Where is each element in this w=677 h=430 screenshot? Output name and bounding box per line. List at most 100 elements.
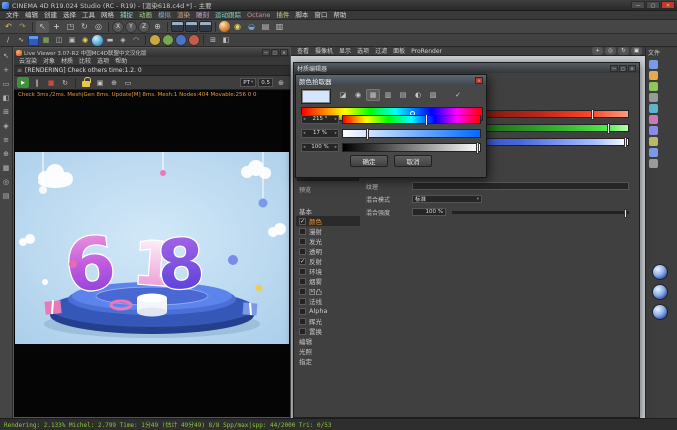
zoom-view-icon[interactable]: ◎: [605, 47, 616, 55]
lv-resolution-field[interactable]: 0.5: [258, 78, 273, 87]
lv-pause-button[interactable]: ‖: [31, 77, 43, 88]
coordinate-system-icon[interactable]: ⊕: [151, 21, 164, 33]
lv-close-button[interactable]: ✕: [280, 49, 288, 56]
floor-object-icon[interactable]: ▬: [104, 35, 116, 46]
object-icon[interactable]: [649, 137, 658, 146]
live-selection-icon[interactable]: ↖: [36, 21, 49, 33]
select-palette-icon[interactable]: ↖: [1, 50, 12, 61]
menu-create[interactable]: 创建: [41, 11, 60, 20]
channel-editor[interactable]: 编辑: [296, 336, 360, 346]
channel-color-checkbox[interactable]: ✓: [299, 218, 306, 225]
channel-displacement[interactable]: 置换: [296, 326, 360, 336]
display-mode-icon[interactable]: ▤: [259, 21, 272, 33]
menu-animate[interactable]: 动画: [136, 11, 155, 20]
hue-slider-handle[interactable]: [425, 114, 428, 126]
vp-menu-display[interactable]: 显示: [336, 47, 354, 56]
pen-tool-icon[interactable]: ∕: [2, 35, 14, 46]
menu-simulate[interactable]: 模拟: [155, 11, 174, 20]
material-thumbnail[interactable]: [652, 284, 668, 300]
material-editor-titlebar[interactable]: 材质编辑器 — ▢ ✕: [294, 63, 639, 73]
add-cube-icon[interactable]: [28, 35, 39, 46]
value-slider-handle[interactable]: [476, 142, 479, 154]
lv-menu-help[interactable]: 帮助: [112, 57, 130, 66]
model-mode-icon[interactable]: ▭: [1, 78, 12, 89]
channel-environment[interactable]: 环境: [296, 266, 360, 276]
vp-menu-view[interactable]: 查看: [294, 47, 312, 56]
material-thumbnail[interactable]: [652, 264, 668, 280]
picker-close-button[interactable]: ✕: [475, 77, 483, 84]
image-picker-icon[interactable]: ◐: [411, 89, 425, 101]
channel-normal[interactable]: 法线: [296, 296, 360, 306]
polygons-mode-icon[interactable]: ⊕: [1, 148, 12, 159]
lv-settings-button[interactable]: ⊛: [275, 77, 287, 88]
spline-tool-icon[interactable]: ∿: [15, 35, 27, 46]
move-tool-icon[interactable]: +: [50, 21, 63, 33]
live-viewer-render-area[interactable]: Check 3ms./2ms. Mesh|Gen 8ms. Update[M] …: [14, 90, 290, 417]
octane-glossy-button[interactable]: [162, 34, 174, 46]
maximize-view-icon[interactable]: ▣: [631, 47, 642, 55]
rotate-view-icon[interactable]: ↻: [618, 47, 629, 55]
vp-menu-prorender[interactable]: ProRender: [408, 47, 445, 56]
menu-motion-tracker[interactable]: 运动跟踪: [212, 11, 244, 20]
object-icon[interactable]: [649, 126, 658, 135]
spectrum-icon[interactable]: ▦: [366, 89, 380, 101]
hue-value-field[interactable]: ◂215 °▸: [301, 115, 339, 124]
channel-fog-checkbox[interactable]: [299, 278, 306, 285]
mix-mode-dropdown[interactable]: 标准▾: [412, 195, 482, 203]
channel-diffusion-checkbox[interactable]: [299, 228, 306, 235]
channel-bump[interactable]: 凹凸: [296, 286, 360, 296]
render-settings-button[interactable]: [199, 21, 212, 32]
channel-transparency[interactable]: 透明: [296, 246, 360, 256]
lv-restart-button[interactable]: ↻: [59, 77, 71, 88]
lv-maximize-button[interactable]: ▢: [271, 49, 279, 56]
hue-slider-bar[interactable]: [342, 115, 481, 124]
menu-render[interactable]: 渲染: [174, 11, 193, 20]
saturation-slider-handle[interactable]: [366, 128, 369, 140]
lv-render-region-button[interactable]: ▭: [122, 77, 134, 88]
workplane-mode-icon[interactable]: ⊞: [1, 106, 12, 117]
lv-menu-materials[interactable]: 材质: [58, 57, 76, 66]
axis-z-button[interactable]: Z: [138, 21, 150, 33]
ok-button[interactable]: 确定: [350, 155, 388, 167]
menu-plugins[interactable]: 插件: [273, 11, 292, 20]
scale-tool-icon[interactable]: ◳: [64, 21, 77, 33]
color-swatches-icon[interactable]: ▤: [396, 89, 410, 101]
sky-object-icon[interactable]: [92, 35, 103, 46]
vp-menu-filter[interactable]: 过滤: [372, 47, 390, 56]
axis-mode-icon[interactable]: ◎: [1, 176, 12, 187]
menu-octane[interactable]: Octane: [244, 11, 273, 20]
color-wheel-icon[interactable]: ◉: [351, 89, 365, 101]
lv-focus-picker-button[interactable]: ⊕: [108, 77, 120, 88]
me-minimize-button[interactable]: —: [610, 65, 618, 72]
last-tool-icon[interactable]: ◎: [92, 21, 105, 33]
channel-fog[interactable]: 烟雾: [296, 276, 360, 286]
texture-field[interactable]: [412, 182, 629, 190]
lv-menu-compare[interactable]: 比较: [76, 57, 94, 66]
object-icon[interactable]: [649, 60, 658, 69]
lv-menu-options[interactable]: 选项: [94, 57, 112, 66]
redo-icon[interactable]: ↷: [16, 21, 29, 33]
channel-environment-checkbox[interactable]: [299, 268, 306, 275]
menu-window[interactable]: 窗口: [311, 11, 330, 20]
menu-tools[interactable]: 工具: [79, 11, 98, 20]
texture-mode-icon[interactable]: ◧: [1, 92, 12, 103]
saturation-value-field[interactable]: ◂17 %▸: [301, 129, 339, 138]
mixer-icon[interactable]: ▧: [426, 89, 440, 101]
lv-camera-button[interactable]: ▣: [94, 77, 106, 88]
om-menu-file[interactable]: 文件: [646, 47, 677, 58]
snap-toggle-icon[interactable]: ▦: [1, 162, 12, 173]
close-button[interactable]: ✕: [661, 1, 675, 9]
channel-glow[interactable]: 辉光: [296, 316, 360, 326]
mix-strength-field[interactable]: 100 %: [412, 208, 446, 216]
menu-sculpt[interactable]: 雕刻: [193, 11, 212, 20]
octane-specular-button[interactable]: [175, 34, 187, 46]
lv-stop-button[interactable]: ■: [45, 77, 57, 88]
channel-transparency-checkbox[interactable]: [299, 248, 306, 255]
menu-snap[interactable]: 捕捉: [117, 11, 136, 20]
material-thumbnail[interactable]: [652, 304, 668, 320]
menu-mesh[interactable]: 网格: [98, 11, 117, 20]
channel-reflectance[interactable]: ✓反射: [296, 256, 360, 266]
magnet-icon[interactable]: ◧: [220, 35, 232, 46]
workplane-icon[interactable]: ⊞: [207, 35, 219, 46]
vp-menu-panel[interactable]: 面板: [390, 47, 408, 56]
